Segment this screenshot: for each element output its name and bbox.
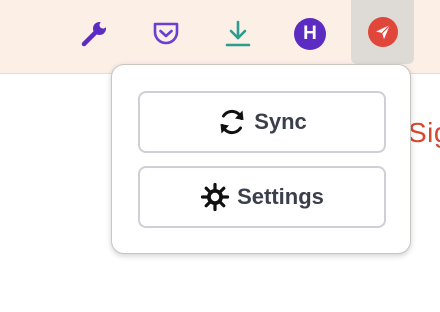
settings-button[interactable]: Settings — [138, 166, 386, 228]
extension-popup: Sync Settings — [111, 64, 411, 254]
profile-avatar-button[interactable]: H — [293, 17, 327, 51]
sync-label: Sync — [254, 109, 307, 134]
download-icon[interactable] — [221, 17, 255, 51]
sync-button[interactable]: Sync — [138, 91, 386, 153]
avatar: H — [294, 18, 326, 50]
wrench-icon[interactable] — [77, 17, 111, 51]
sync-icon — [217, 107, 247, 137]
send-extension-button[interactable] — [351, 0, 414, 64]
pocket-icon[interactable] — [149, 17, 183, 51]
settings-label: Settings — [237, 184, 324, 209]
send-icon — [367, 17, 398, 47]
page-partial-text[interactable]: Sig — [408, 117, 440, 149]
gear-icon — [200, 182, 230, 212]
browser-toolbar: H — [0, 0, 440, 74]
